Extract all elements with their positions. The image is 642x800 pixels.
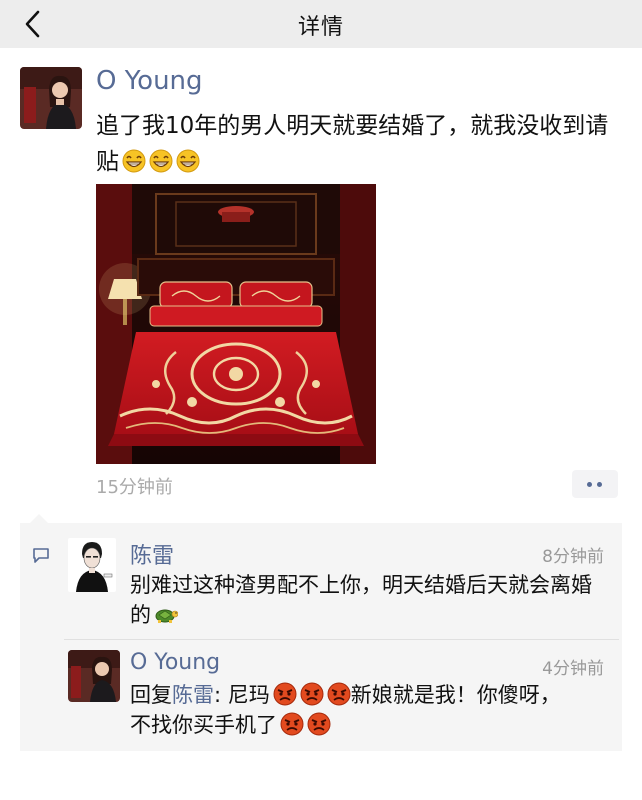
reply-author-name[interactable]: O Young — [130, 650, 220, 675]
post-timestamp: 15分钟前 — [96, 477, 173, 498]
comment-text[interactable]: 别难过这种渣男配不上你，明天结婚后天就会离婚的 — [130, 570, 610, 630]
reply-prefix: 回复 — [130, 683, 172, 707]
angry-emoji-icon — [280, 712, 304, 736]
angry-emoji-icon — [300, 682, 324, 706]
comments-pointer — [30, 514, 48, 523]
navigation-bar: 详情 — [0, 0, 642, 48]
angry-emoji-icon — [273, 682, 297, 706]
post-photo[interactable] — [96, 184, 376, 464]
commenter-avatar[interactable] — [68, 538, 116, 592]
reply-author-avatar[interactable] — [68, 650, 120, 702]
comments-divider — [64, 639, 619, 640]
reply-colon: : — [214, 683, 228, 707]
post-author-name[interactable]: O Young — [96, 66, 203, 96]
comment-body: 别难过这种渣男配不上你，明天结婚后天就会离婚的 — [130, 573, 592, 627]
dot — [597, 482, 602, 487]
turtle-emoji-icon — [154, 602, 178, 626]
angry-emoji-icon — [327, 682, 351, 706]
reply-part-2: 新娘就是我！你傻呀， — [350, 683, 561, 707]
grin-emoji-icon — [149, 149, 173, 173]
reply-part-3: 不找你买手机了 — [130, 713, 277, 737]
grin-emoji-icon — [176, 149, 200, 173]
grin-emoji-icon — [122, 149, 146, 173]
comment-author-name[interactable]: 陈雷 — [130, 538, 174, 570]
reply-text[interactable]: 回复陈雷: 尼玛 新娘就是我！你傻呀， 不找你买手机了 — [130, 680, 610, 740]
post-text: 追了我10年的男人明天就要结婚了，就我没收到请贴 — [96, 108, 626, 180]
two-dots-icon — [587, 482, 592, 487]
reply-part-1: 尼玛 — [227, 683, 270, 707]
more-actions-button[interactable] — [572, 470, 618, 498]
comment-icon — [33, 548, 49, 563]
angry-emoji-icon — [307, 712, 331, 736]
comment-timestamp: 8分钟前 — [542, 547, 604, 567]
reply-timestamp: 4分钟前 — [542, 659, 604, 679]
reply-mention[interactable]: 陈雷 — [172, 683, 214, 707]
page-title: 详情 — [297, 15, 344, 40]
post-author-avatar[interactable] — [20, 67, 82, 129]
